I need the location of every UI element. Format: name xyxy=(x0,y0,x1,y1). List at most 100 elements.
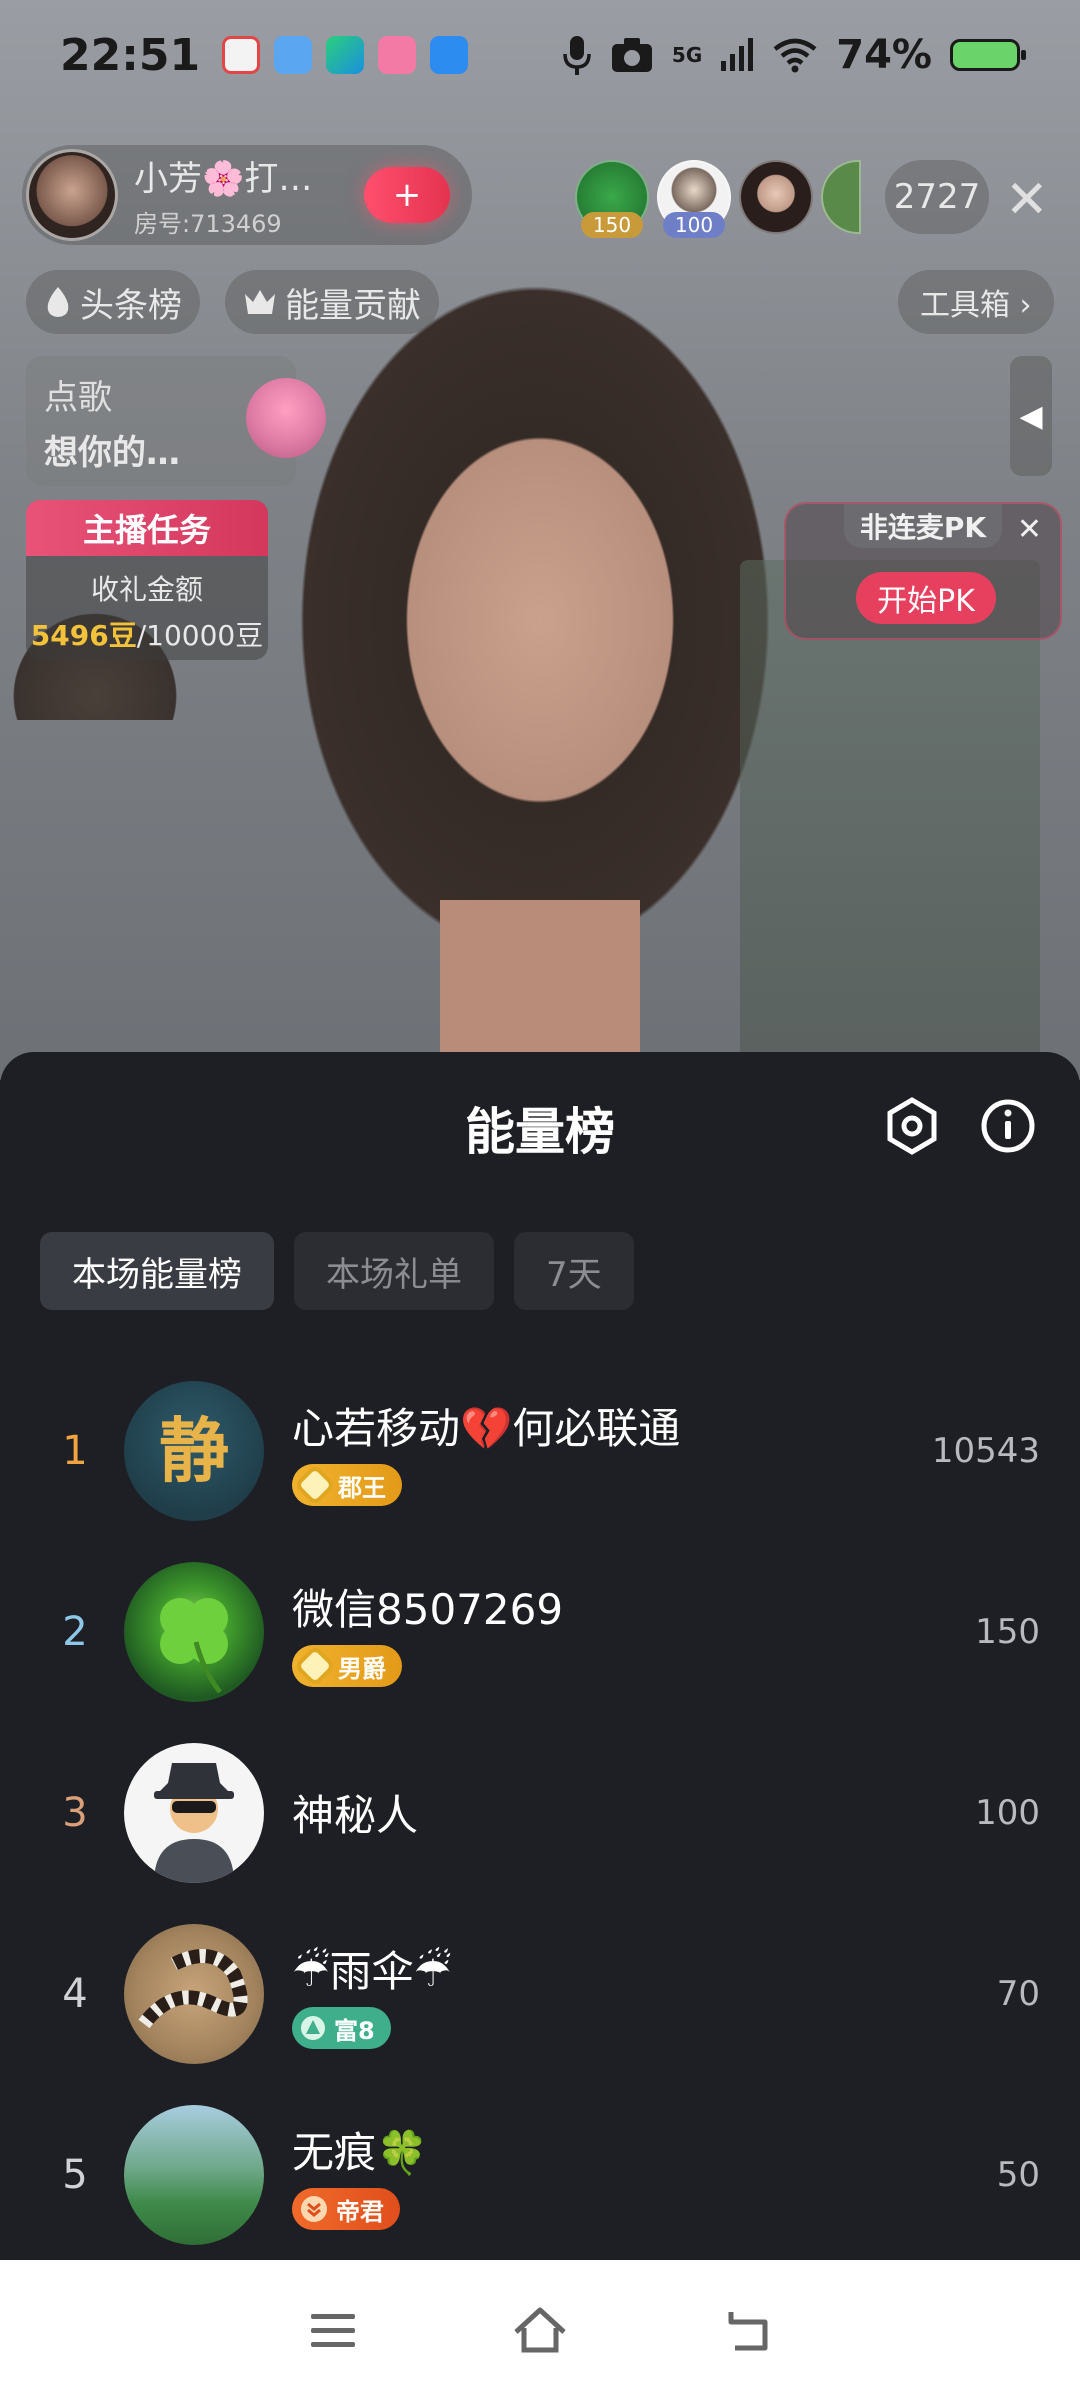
task-label: 收礼金额 xyxy=(90,573,203,606)
level-badge-label: 男爵 xyxy=(338,1654,386,1683)
signal-icon xyxy=(721,38,754,71)
user-name: 心若移动💔何必联通 xyxy=(292,1404,681,1453)
energy-score: 150 xyxy=(975,1611,1040,1652)
system-nav-bar xyxy=(0,2260,1080,2400)
avatar-calligraphy: 静 xyxy=(159,1409,229,1492)
task-header: 主播任务 xyxy=(26,500,268,556)
task-target: /10000豆 xyxy=(136,619,264,652)
viewer-avatar[interactable]: 100 xyxy=(657,160,731,238)
chevron-rank-icon xyxy=(301,2196,327,2222)
clover-icon xyxy=(160,1597,228,1694)
status-time: 22:51 xyxy=(60,29,201,81)
user-name: 无痕🍀 xyxy=(292,2128,429,2177)
camera-icon xyxy=(611,38,652,72)
level-badge-label: 帝君 xyxy=(336,2197,384,2226)
snake-icon xyxy=(138,1948,248,2028)
pk-card: 非连麦PK ✕ 开始PK xyxy=(784,502,1062,640)
viewer-count[interactable]: 2727 xyxy=(885,160,989,234)
viewer-avatars: 150 100 xyxy=(575,160,869,238)
level-badge: 帝君 xyxy=(292,2188,400,2230)
back-icon[interactable] xyxy=(715,2298,779,2362)
host-task-card[interactable]: 主播任务 收礼金额 5496豆/10000豆 xyxy=(26,500,268,660)
viewer-badge: 150 xyxy=(581,212,643,238)
mystery-user-avatar[interactable] xyxy=(124,1742,264,1883)
incognito-icon xyxy=(154,1762,234,1883)
toolbox-label: 工具箱 › xyxy=(920,288,1032,323)
toolbox-chip[interactable]: 工具箱 › xyxy=(898,270,1054,334)
crown-icon xyxy=(245,290,275,314)
energy-score: 100 xyxy=(975,1792,1040,1833)
user-avatar[interactable] xyxy=(124,1561,264,1702)
app-icon-4 xyxy=(378,36,417,74)
level-badge-label: 富8 xyxy=(334,2016,375,2045)
tab-7-days[interactable]: 7天 xyxy=(514,1232,634,1310)
tab-session-energy[interactable]: 本场能量榜 xyxy=(40,1232,274,1310)
pk-close-icon[interactable]: ✕ xyxy=(1017,512,1042,547)
ranking-row[interactable]: 2 微信8507269 男爵 150 xyxy=(0,1541,1080,1722)
gem-icon xyxy=(293,1644,337,1688)
level-badge: 男爵 xyxy=(292,1644,402,1688)
home-icon[interactable] xyxy=(508,2298,572,2362)
energy-ranking-sheet: 能量榜 本场能量榜 本场礼单 7天 1 静 心若移动💔何必联通 郡王 10543… xyxy=(0,1052,1080,2260)
wifi-icon xyxy=(773,38,817,73)
ranking-row[interactable]: 3 神秘人 100 xyxy=(0,1722,1080,1903)
host-avatar[interactable] xyxy=(26,149,118,241)
karaoke-mic-icon xyxy=(246,378,326,458)
song-request-label: 点歌 xyxy=(44,378,112,418)
energy-label: 能量贡献 xyxy=(285,285,421,326)
app-icon-5 xyxy=(430,36,469,74)
user-avatar[interactable]: 静 xyxy=(124,1380,264,1521)
task-current: 5496豆 xyxy=(30,619,137,652)
energy-score: 70 xyxy=(996,1973,1040,2014)
flame-icon xyxy=(47,287,69,317)
viewer-avatar[interactable]: 150 xyxy=(575,160,649,238)
pk-label: 非连麦PK xyxy=(844,504,1002,548)
host-card[interactable]: 小芳🌸打… 房号:713469 + xyxy=(22,145,472,245)
network-type: 5G xyxy=(671,43,703,67)
level-badge: 郡王 xyxy=(292,1463,402,1507)
ranking-row[interactable]: 5 无痕🍀 帝君 50 xyxy=(0,2084,1080,2265)
ranking-list: 1 静 心若移动💔何必联通 郡王 10543 2 微信8507269 男爵 15… xyxy=(0,1360,1080,2265)
user-name: 微信8507269 xyxy=(292,1585,564,1634)
viewer-avatar[interactable] xyxy=(739,160,813,234)
battery-icon xyxy=(950,39,1026,71)
room-number: 房号:713469 xyxy=(134,210,282,238)
energy-contribution-chip[interactable]: 能量贡献 xyxy=(225,270,439,334)
follow-button[interactable]: + xyxy=(364,167,450,223)
menu-icon[interactable] xyxy=(301,2298,365,2362)
level-badge-label: 郡王 xyxy=(338,1473,386,1502)
user-avatar[interactable] xyxy=(124,1923,264,2064)
rank-number: 3 xyxy=(62,1789,88,1836)
tab-session-gifts[interactable]: 本场礼单 xyxy=(294,1232,494,1310)
headline-label: 头条榜 xyxy=(80,285,182,326)
headline-chip[interactable]: 头条榜 xyxy=(26,270,200,334)
microphone-icon xyxy=(563,36,591,75)
settings-hexagon-icon[interactable] xyxy=(880,1094,944,1158)
app-icon-1 xyxy=(222,36,261,74)
triangle-gem-icon xyxy=(301,2016,325,2040)
app-icon-2 xyxy=(274,36,313,74)
battery-percent: 74% xyxy=(836,32,932,78)
rank-number: 4 xyxy=(62,1970,88,2017)
song-request-card[interactable]: 点歌 想你的… xyxy=(26,356,326,486)
close-icon[interactable]: ✕ xyxy=(1005,170,1049,230)
status-bar: 22:51 5G 74% xyxy=(0,0,1080,110)
viewer-avatar[interactable] xyxy=(821,160,861,234)
task-progress: 5496豆/10000豆 xyxy=(26,614,268,654)
user-name: ☔雨伞☔ xyxy=(292,1947,452,1996)
start-pk-button[interactable]: 开始PK xyxy=(856,572,996,624)
host-name: 小芳🌸打… xyxy=(134,159,313,199)
rank-number: 5 xyxy=(62,2151,88,2198)
app-icon-3 xyxy=(326,36,365,74)
ranking-row[interactable]: 4 ☔雨伞☔ 富8 70 xyxy=(0,1903,1080,2084)
info-icon[interactable] xyxy=(976,1094,1040,1158)
rank-number: 2 xyxy=(62,1608,88,1655)
wealth-badge: 富8 xyxy=(292,2007,391,2049)
energy-score: 50 xyxy=(996,2154,1040,2195)
ranking-row[interactable]: 1 静 心若移动💔何必联通 郡王 10543 xyxy=(0,1360,1080,1541)
ranking-tabs: 本场能量榜 本场礼单 7天 xyxy=(40,1232,634,1310)
expand-panel-handle[interactable]: ◀ xyxy=(1010,356,1052,476)
user-avatar[interactable] xyxy=(124,2104,264,2245)
gem-icon xyxy=(293,1463,337,1507)
viewer-badge: 100 xyxy=(663,212,725,238)
